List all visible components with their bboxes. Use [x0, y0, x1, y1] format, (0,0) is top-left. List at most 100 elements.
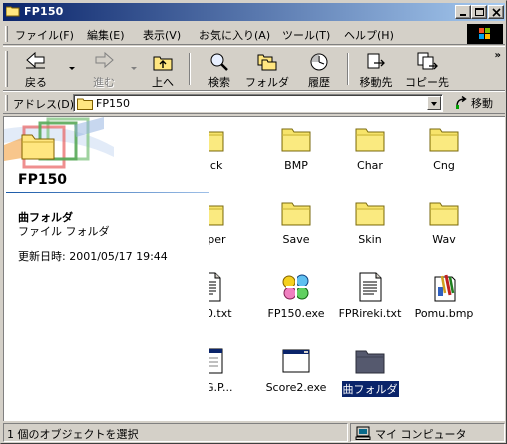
search-icon	[210, 53, 228, 71]
menu-grip[interactable]	[5, 26, 8, 42]
standard-toolbar: 戻る 進む 上へ 検索 フォルダ 履歴 移動先 コピー先 »	[3, 46, 505, 91]
up-label: 上へ	[152, 76, 174, 89]
folder-icon	[429, 128, 459, 152]
file-item[interactable]: _150.txt	[209, 271, 246, 320]
close-icon	[492, 8, 501, 17]
menu-favorites[interactable]: お気に入り(A)	[199, 27, 270, 43]
folder-item[interactable]: Wav	[407, 197, 481, 246]
text-file-icon	[209, 272, 221, 302]
menu-tools[interactable]: ツール(T)	[282, 27, 330, 43]
file-label: Skin	[358, 233, 382, 246]
application-icon	[209, 348, 223, 374]
folder-icon	[6, 6, 20, 17]
folder-item[interactable]: Cng	[407, 123, 481, 172]
toolbar-grip[interactable]	[5, 51, 8, 87]
up-folder-icon	[153, 56, 173, 71]
folder-item[interactable]: Char	[333, 123, 407, 172]
address-bar: アドレス(D) FP150 移動	[3, 91, 505, 114]
file-label: FP150.exe	[267, 307, 325, 320]
folder-item[interactable]: BMP	[259, 123, 333, 172]
file-label: Back	[209, 159, 223, 172]
folders-tree-icon	[257, 54, 277, 71]
copy-to-label: コピー先	[405, 76, 449, 89]
bitmap-file-icon	[434, 274, 456, 302]
folder-icon	[429, 202, 459, 226]
file-item[interactable]: Pomu.bmp	[407, 271, 481, 320]
menu-help[interactable]: ヘルプ(H)	[344, 27, 394, 43]
file-item[interactable]: Score2.exe	[259, 345, 333, 394]
minimize-button[interactable]	[455, 5, 471, 19]
forward-dropdown[interactable]	[131, 67, 137, 70]
history-clock-icon	[310, 53, 328, 71]
folder-view: FP150 曲フォルダ ファイル フォルダ 更新日時: 2001/05/17 1…	[3, 116, 505, 421]
file-label: Hyper	[209, 233, 226, 246]
application-icon	[282, 349, 310, 373]
up-button[interactable]: 上へ	[143, 51, 183, 89]
file-label: 曲フォルダ	[340, 380, 400, 398]
forward-button[interactable]: 進む	[83, 51, 125, 89]
folder-item[interactable]: Hyper	[209, 197, 246, 246]
folder-item[interactable]: 曲フォルダ	[333, 345, 407, 398]
file-item[interactable]: FP150.exe	[259, 271, 333, 320]
back-label: 戻る	[25, 76, 47, 89]
file-label: Char	[357, 159, 383, 172]
move-to-icon	[367, 53, 385, 69]
copy-to-icon	[417, 52, 438, 70]
explorer-window: FP150 ファイル(F) 編集(E) 表示(V) お気に入り(A) ツール(T…	[0, 0, 507, 444]
search-button[interactable]: 検索	[199, 51, 239, 89]
file-item[interactable]: _CFG.P...	[209, 345, 246, 394]
address-input[interactable]: FP150	[73, 94, 443, 112]
title-bar[interactable]: FP150	[3, 3, 505, 21]
maximize-icon	[475, 8, 484, 16]
folder-item[interactable]: Back	[209, 123, 246, 172]
move-to-button[interactable]: 移動先	[355, 51, 397, 89]
file-item[interactable]: FPRireki.txt	[333, 271, 407, 320]
file-label: FPRireki.txt	[338, 307, 402, 320]
windows-logo	[467, 24, 503, 44]
windows-flag-icon	[479, 28, 490, 39]
status-selection-panel: 1 個のオブジェクトを選択	[3, 423, 348, 442]
folder-icon	[355, 128, 385, 152]
file-label: Score2.exe	[265, 381, 327, 394]
minimize-icon	[460, 14, 466, 16]
folder-icon	[209, 131, 224, 152]
maximize-button[interactable]	[471, 5, 487, 19]
menu-edit[interactable]: 編集(E)	[87, 27, 125, 43]
back-button[interactable]: 戻る	[15, 51, 57, 89]
forward-arrow-icon	[95, 51, 114, 69]
address-label: アドレス(D)	[13, 98, 75, 111]
go-button[interactable]: 移動	[455, 95, 493, 112]
menu-bar: ファイル(F) 編集(E) 表示(V) お気に入り(A) ツール(T) ヘルプ(…	[3, 23, 505, 45]
toolbar-separator-2	[347, 53, 349, 85]
close-button[interactable]	[488, 5, 504, 19]
pane-divider	[6, 192, 209, 193]
webview-info-pane: FP150 曲フォルダ ファイル フォルダ 更新日時: 2001/05/17 1…	[4, 117, 209, 421]
file-label: Cng	[433, 159, 455, 172]
toolbar-separator	[189, 53, 191, 85]
go-arrow-icon	[456, 95, 467, 109]
move-to-label: 移動先	[359, 76, 393, 89]
file-label: Pomu.bmp	[414, 307, 474, 320]
menu-view[interactable]: 表示(V)	[143, 27, 181, 43]
folder-item[interactable]: Skin	[333, 197, 407, 246]
file-label: Wav	[432, 233, 456, 246]
folder-item[interactable]: Save	[259, 197, 333, 246]
my-computer-icon	[355, 426, 371, 440]
folder-icon	[281, 128, 311, 152]
menu-file[interactable]: ファイル(F)	[15, 27, 74, 43]
file-icon-grid: Back BMP Char Cng Hyper Save Skin Wav _150.txt FP…	[209, 117, 505, 421]
history-button[interactable]: 履歴	[299, 51, 339, 89]
address-grip[interactable]	[5, 95, 8, 111]
copy-to-button[interactable]: コピー先	[403, 51, 451, 89]
file-label: _150.txt	[209, 307, 232, 320]
application-icon	[282, 274, 309, 300]
status-bar: 1 個のオブジェクトを選択 マイ コンピュータ	[3, 423, 505, 442]
status-selection-text: 1 個のオブジェクトを選択	[7, 428, 139, 441]
folder-icon	[209, 205, 224, 226]
back-dropdown[interactable]	[69, 67, 75, 70]
history-label: 履歴	[308, 76, 330, 89]
folders-button[interactable]: フォルダ	[243, 51, 291, 89]
toolbar-more-button[interactable]: »	[495, 50, 501, 61]
address-dropdown-button[interactable]	[427, 96, 441, 110]
pane-folder-title: FP150	[18, 172, 68, 188]
